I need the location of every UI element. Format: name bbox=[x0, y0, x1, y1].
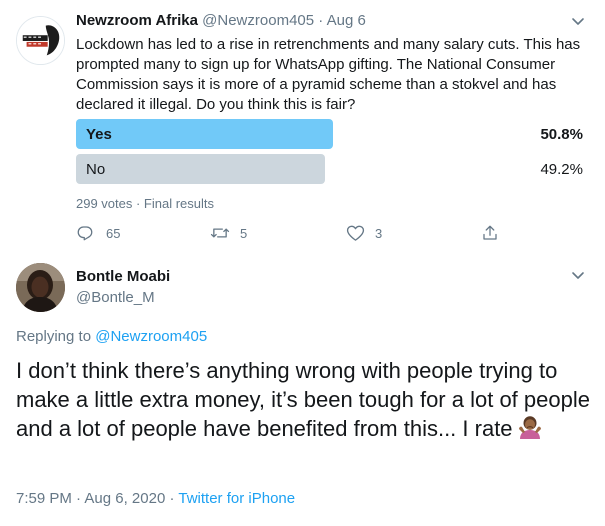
chevron-down-icon[interactable] bbox=[571, 17, 585, 27]
poll-option-no-label: No bbox=[86, 161, 106, 178]
reply-text: I don’t think there’s anything wrong wit… bbox=[16, 358, 590, 441]
reply-time[interactable]: 7:59 PM bbox=[16, 490, 72, 507]
replying-to: Replying to @Newzroom405 bbox=[16, 328, 207, 345]
separator-dot: · bbox=[318, 12, 324, 29]
share-button[interactable] bbox=[481, 222, 499, 244]
separator-dot: · bbox=[169, 490, 175, 507]
reply-date[interactable]: Aug 6, 2020 bbox=[84, 490, 165, 507]
reply-button[interactable]: 65 bbox=[76, 222, 120, 244]
retweet-icon bbox=[210, 228, 230, 238]
bontle-avatar[interactable] bbox=[16, 263, 65, 312]
profile-photo bbox=[16, 263, 65, 312]
poll-option-yes-label: Yes bbox=[86, 126, 112, 143]
tweet-text: Lockdown has led to a rise in retrenchme… bbox=[76, 36, 581, 113]
poll-meta: 299 votes · Final results bbox=[76, 196, 215, 211]
like-button[interactable]: 3 bbox=[346, 222, 382, 244]
reply-count: 65 bbox=[106, 225, 121, 241]
newzroom-logo-icon bbox=[17, 17, 64, 64]
retweet-count: 5 bbox=[240, 225, 248, 241]
like-count: 3 bbox=[375, 225, 383, 241]
tweet-source-link[interactable]: Twitter for iPhone bbox=[178, 490, 295, 507]
replying-to-label: Replying to bbox=[16, 328, 92, 345]
display-name[interactable]: Newzroom Afrika bbox=[76, 12, 198, 29]
reply-footer: 7:59 PM · Aug 6, 2020 · Twitter for iPho… bbox=[16, 490, 295, 507]
newzroom-avatar[interactable] bbox=[16, 16, 65, 65]
original-tweet[interactable]: Newzroom Afrika @Newzroom405 · Aug 6 Loc… bbox=[0, 0, 605, 257]
heart-icon bbox=[346, 225, 365, 241]
user-handle[interactable]: @Newzroom405 bbox=[202, 12, 314, 29]
tweet-date[interactable]: Aug 6 bbox=[327, 12, 366, 29]
poll-option-no-percent: 49.2% bbox=[540, 161, 583, 178]
reply-text-block: I don’t think there’s anything wrong wit… bbox=[16, 356, 591, 448]
reply-user-handle[interactable]: @Bontle_M bbox=[76, 289, 155, 306]
poll-bar-no bbox=[76, 154, 325, 184]
share-icon bbox=[483, 225, 497, 240]
poll-bar-yes bbox=[76, 119, 333, 149]
replying-to-mention[interactable]: @Newzroom405 bbox=[95, 328, 207, 345]
poll-option-yes-percent: 50.8% bbox=[540, 126, 583, 143]
separator-dot: · bbox=[76, 490, 82, 507]
reply-icon bbox=[77, 226, 93, 241]
person-shrugging-emoji-icon bbox=[517, 415, 543, 448]
retweet-button[interactable]: 5 bbox=[210, 222, 247, 244]
reply-display-name[interactable]: Bontle Moabi bbox=[76, 268, 170, 285]
chevron-down-icon[interactable] bbox=[571, 271, 585, 281]
tweet-header: Newzroom Afrika @Newzroom405 · Aug 6 bbox=[76, 12, 366, 29]
